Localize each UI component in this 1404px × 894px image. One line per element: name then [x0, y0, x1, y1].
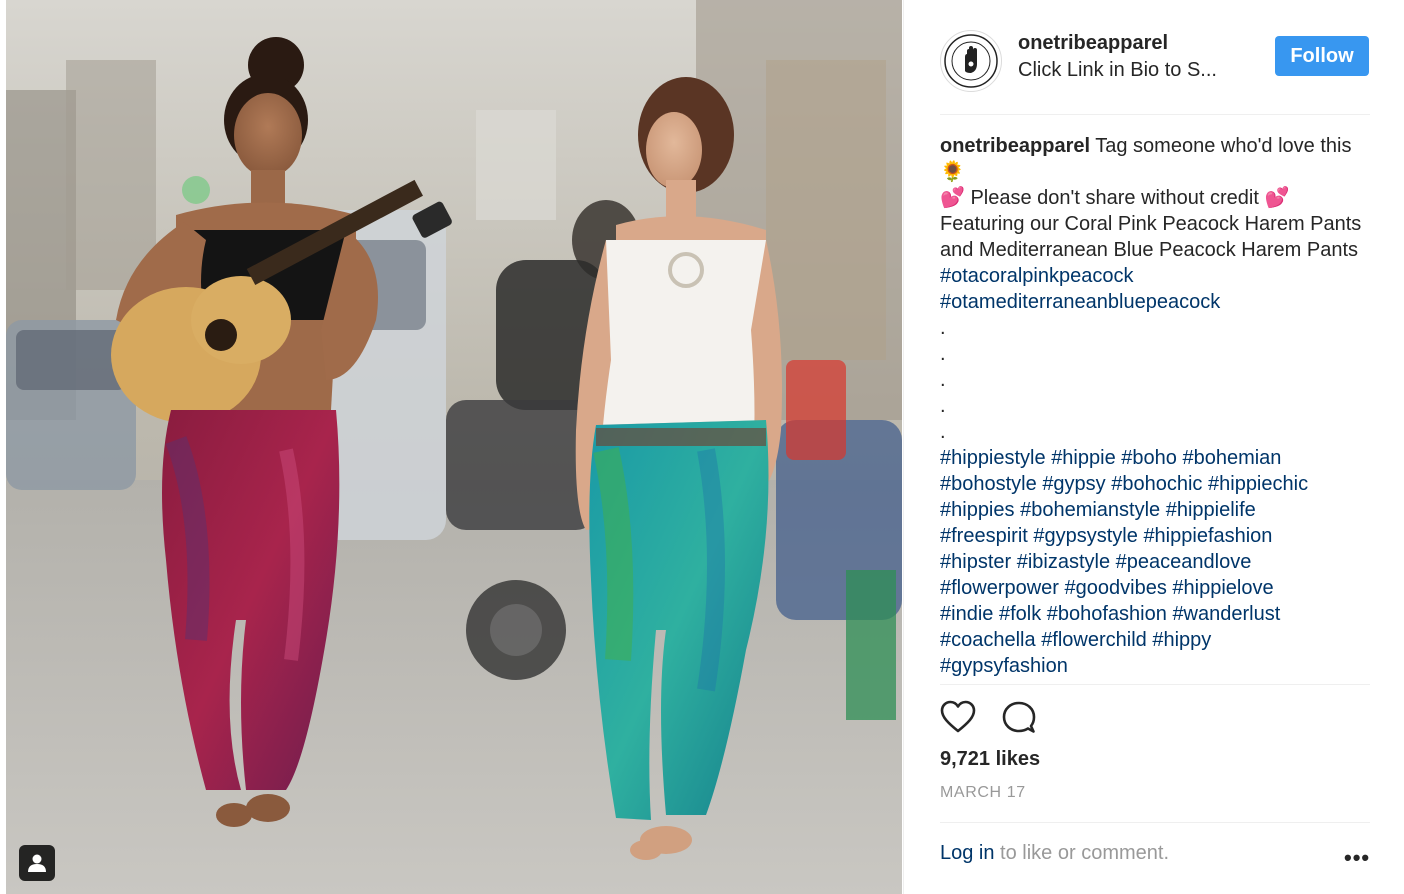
caption-dot: . [940, 343, 946, 365]
comment-prompt-text: to like or comment. [994, 842, 1170, 864]
hashtag-link[interactable]: #hippie [1051, 447, 1116, 469]
hashtag-link[interactable]: #wanderlust [1172, 603, 1280, 625]
hashtag-link[interactable]: #flowerchild [1041, 629, 1147, 651]
caption-dot: . [940, 369, 946, 391]
hashtag-link[interactable]: #bohostyle [940, 473, 1037, 495]
hashtag-link[interactable]: #hippies [940, 499, 1015, 521]
hashtag-link[interactable]: #bohochic [1111, 473, 1202, 495]
hashtag-link[interactable]: #bohemian [1182, 447, 1281, 469]
heart-emoji-icon: 💕 [1264, 187, 1290, 209]
caption-dot: . [940, 317, 946, 339]
caption-dot: . [940, 421, 946, 443]
hashtag-link[interactable]: #boho [1121, 447, 1177, 469]
caption-text-line4: Featuring our Coral Pink Peacock Harem P… [940, 213, 1362, 261]
heart-icon[interactable] [940, 700, 976, 734]
hashtag-link[interactable]: #hippiechic [1208, 473, 1308, 495]
post-actions [940, 700, 1060, 736]
caption-divider [940, 684, 1370, 685]
hashtag-link[interactable]: #peaceandlove [1116, 551, 1252, 573]
hashtag-link[interactable]: #freespirit [940, 525, 1028, 547]
hashtag-link[interactable]: #coachella [940, 629, 1036, 651]
post-caption: onetribeapparel Tag someone who'd love t… [940, 133, 1372, 679]
post-header: onetribeapparel Click Link in Bio to S..… [940, 30, 1372, 92]
hashtag-link[interactable]: #hippiefashion [1143, 525, 1272, 547]
post-date: MARCH 17 [940, 784, 1026, 801]
follow-button[interactable]: Follow [1275, 36, 1369, 76]
hashtag-link[interactable]: #hippielife [1166, 499, 1256, 521]
hashtag-link[interactable]: #bohofashion [1047, 603, 1167, 625]
hashtag-link[interactable]: #folk [999, 603, 1041, 625]
likes-count[interactable]: 9,721 likes [940, 748, 1040, 771]
login-link[interactable]: Log in [940, 842, 995, 864]
footer-divider [940, 822, 1370, 823]
hashtag-link[interactable]: #otamediterraneanbluepeacock [940, 291, 1220, 313]
hashtag-link[interactable]: #hippy [1152, 629, 1211, 651]
hashtag-link[interactable]: #hippiestyle [940, 447, 1046, 469]
hashtag-link[interactable]: #ibizastyle [1017, 551, 1110, 573]
hashtag-link[interactable]: #flowerpower [940, 577, 1059, 599]
hashtag-list: #hippiestyle #hippie #boho #bohemian #bo… [940, 445, 1372, 679]
hashtag-link[interactable]: #gypsyfashion [940, 655, 1068, 677]
sunflower-emoji-icon: 🌻 [940, 161, 965, 183]
comment-prompt: Log in to like or comment. [940, 842, 1372, 865]
user-tag-icon [28, 854, 46, 872]
comment-icon[interactable] [1002, 700, 1036, 734]
post-details-panel: onetribeapparel Click Link in Bio to S..… [903, 0, 1404, 894]
hashtag-link[interactable]: #hippielove [1172, 577, 1273, 599]
hashtag-link[interactable]: #otacoralpinkpeacock [940, 265, 1133, 287]
hashtag-link[interactable]: #gypsy [1042, 473, 1105, 495]
post-photo-image [6, 0, 902, 894]
caption-text-line3: Please don't share without credit [970, 187, 1259, 209]
caption-username[interactable]: onetribeapparel [940, 135, 1090, 157]
post-photo[interactable] [6, 0, 902, 894]
profile-avatar[interactable] [940, 30, 1002, 92]
brand-logo-icon [944, 34, 998, 88]
hashtag-link[interactable]: #hipster [940, 551, 1011, 573]
hashtag-link[interactable]: #bohemianstyle [1020, 499, 1160, 521]
post-author-username[interactable]: onetribeapparel [1018, 32, 1168, 55]
more-options-icon[interactable]: ••• [1344, 845, 1370, 871]
heart-emoji-icon: 💕 [940, 187, 965, 209]
caption-dot: . [940, 395, 946, 417]
hashtag-link[interactable]: #gypsystyle [1033, 525, 1138, 547]
caption-text-line1: Tag someone who'd love [1095, 135, 1315, 157]
hashtag-link[interactable]: #indie [940, 603, 993, 625]
hashtag-link[interactable]: #goodvibes [1065, 577, 1167, 599]
header-divider [940, 114, 1370, 115]
post-author-bio-link: Click Link in Bio to S... [1018, 59, 1217, 81]
tagged-users-button[interactable] [19, 845, 55, 881]
caption-text-line2: this [1320, 135, 1352, 157]
